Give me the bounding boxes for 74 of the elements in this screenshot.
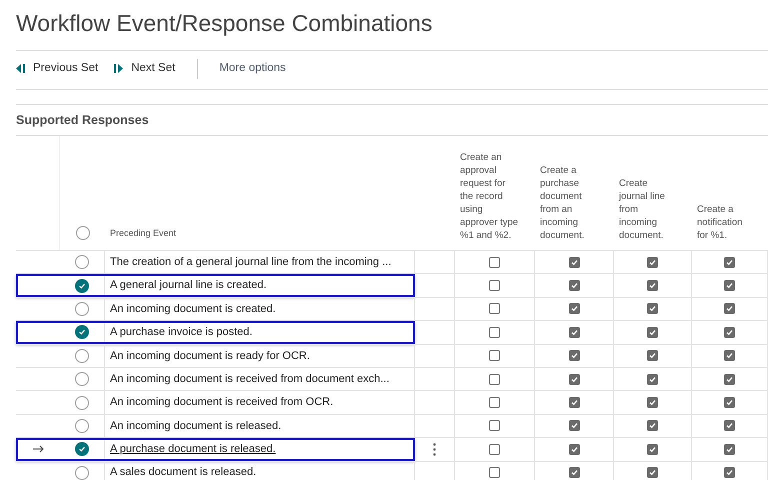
radio-button[interactable] [75,442,89,456]
checkbox[interactable] [489,467,500,478]
checkbox[interactable] [489,420,500,432]
checkbox[interactable] [489,444,500,455]
previous-icon [16,64,27,73]
checkbox[interactable] [724,397,735,408]
checkbox[interactable] [647,397,658,408]
event-cell-text: A sales document is released. [110,465,256,480]
checkbox[interactable] [647,256,658,268]
checkbox[interactable] [647,350,658,362]
radio-button[interactable] [75,325,89,340]
column-header: Create journal line from incoming document. [619,177,666,242]
page-title: Workflow Event/Response Combinations [16,9,434,38]
event-cell-text: A general journal line is created. [110,278,267,294]
radio-button[interactable] [76,226,90,240]
checkbox[interactable] [724,256,735,268]
checkbox[interactable] [568,280,580,292]
column-header: Create a purchase document from an incoming document. [540,164,586,242]
checkbox[interactable] [724,374,735,385]
radio-button[interactable] [75,396,89,410]
event-cell-text: An incoming document is released. [110,418,282,434]
section-title: Supported Responses [16,112,150,129]
checkbox[interactable] [647,303,658,314]
checkbox[interactable] [724,326,735,338]
checkbox[interactable] [568,374,580,385]
checkbox[interactable] [647,444,658,455]
checkbox[interactable] [568,303,580,314]
event-cell[interactable]: A purchase document is released. [110,441,276,458]
checkbox[interactable] [724,350,735,362]
checkbox[interactable] [724,467,735,478]
previous-set-button[interactable]: Previous Set [16,60,98,78]
radio-button[interactable] [75,372,89,386]
radio-button[interactable] [75,255,89,270]
checkbox[interactable] [489,374,500,385]
checkbox[interactable] [489,256,500,268]
next-set-button[interactable]: Next Set [114,60,176,78]
event-cell-text: An incoming document is ready for OCR. [110,348,310,364]
checkbox[interactable] [568,397,580,408]
checkbox[interactable] [489,326,500,338]
column-header: Create a notification for %1. [697,203,744,242]
radio-button[interactable] [75,466,89,480]
radio-button[interactable] [75,348,89,363]
checkbox[interactable] [724,303,735,314]
checkbox[interactable] [568,350,580,362]
radio-button[interactable] [75,278,89,293]
checkbox[interactable] [568,467,580,478]
checkbox[interactable] [647,280,658,292]
event-cell-text: An incoming document is received from OCR. [110,395,334,410]
column-header: Preceding Event [110,226,176,240]
checkbox[interactable] [647,374,658,385]
checkbox[interactable] [489,350,500,362]
checkbox[interactable] [489,280,500,292]
event-cell-text: A purchase invoice is posted. [110,325,252,340]
checkbox[interactable] [568,444,580,455]
checkbox[interactable] [647,326,658,338]
event-cell-text: An incoming document is created. [110,302,276,317]
checkbox[interactable] [489,397,500,408]
radio-button[interactable] [75,302,89,316]
more-icon[interactable] [433,442,436,456]
checkbox[interactable] [568,420,580,432]
checkbox[interactable] [568,256,580,268]
column-header: Create an approval request for the record using approver type %1 and %2. [460,151,520,242]
more-options-button[interactable]: More options [219,60,286,78]
checkbox[interactable] [724,280,735,292]
checkbox[interactable] [724,420,735,432]
next-icon [114,64,126,73]
checkbox[interactable] [724,444,735,455]
checkbox[interactable] [489,303,500,314]
radio-button[interactable] [75,418,89,433]
checkbox[interactable] [568,326,580,338]
checkbox[interactable] [647,467,658,478]
event-cell-text: The creation of a general journal line from the incoming ... [110,254,392,270]
event-cell-text: An incoming document is received from document exch... [110,372,390,387]
checkbox[interactable] [647,420,658,432]
